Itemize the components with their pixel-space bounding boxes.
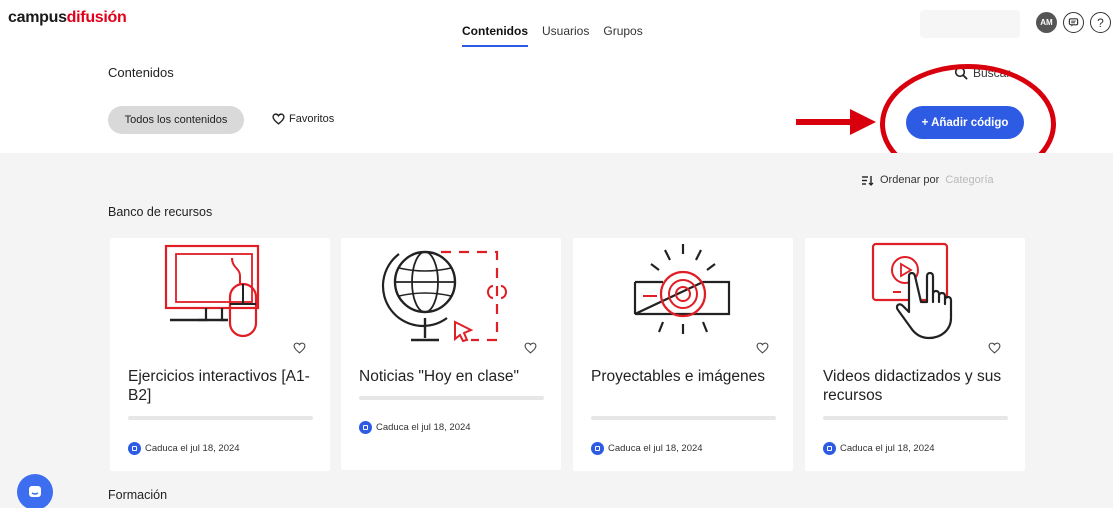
calendar-icon bbox=[359, 421, 372, 434]
resource-card[interactable]: Proyectables e imágenes Caduca el jul 18… bbox=[573, 238, 793, 471]
progress-bar bbox=[823, 416, 1008, 420]
heart-icon[interactable] bbox=[293, 342, 306, 354]
section-title-bank: Banco de recursos bbox=[108, 205, 213, 219]
tab-grupos[interactable]: Grupos bbox=[603, 24, 642, 47]
progress-bar bbox=[591, 416, 776, 420]
sort-icon bbox=[862, 175, 874, 186]
globe-icon bbox=[381, 250, 507, 343]
expiry-text: Caduca el jul 18, 2024 bbox=[840, 443, 935, 454]
heart-icon[interactable] bbox=[524, 342, 537, 354]
card-title: Ejercicios interactivos [A1-B2] bbox=[128, 368, 310, 404]
main-nav: Contenidos Usuarios Grupos bbox=[462, 24, 643, 47]
expiry-info: Caduca el jul 18, 2024 bbox=[591, 442, 703, 455]
heart-icon bbox=[272, 113, 285, 125]
calendar-icon bbox=[591, 442, 604, 455]
expiry-info: Caduca el jul 18, 2024 bbox=[823, 442, 935, 455]
resource-card[interactable]: Ejercicios interactivos [A1-B2] Caduca e… bbox=[110, 238, 330, 471]
expiry-info: Caduca el jul 18, 2024 bbox=[128, 442, 240, 455]
section-title-training: Formación bbox=[108, 488, 168, 502]
page-title: Contenidos bbox=[108, 65, 174, 80]
resource-card[interactable]: Videos didactizados y sus recursos Caduc… bbox=[805, 238, 1025, 471]
search-icon bbox=[954, 66, 968, 80]
page: campusdifusión Contenidos Usuarios Grupo… bbox=[0, 0, 1113, 508]
progress-bar bbox=[359, 396, 544, 400]
calendar-icon bbox=[128, 442, 141, 455]
logo-text-difusion: difusión bbox=[66, 9, 127, 26]
chat-bubble-icon bbox=[29, 486, 41, 497]
projector-icon bbox=[633, 244, 731, 334]
sort-label: Ordenar por bbox=[880, 174, 940, 186]
tab-usuarios[interactable]: Usuarios bbox=[542, 24, 589, 47]
logo-text-campus: campus bbox=[8, 9, 67, 26]
logo[interactable]: campusdifusión bbox=[8, 9, 127, 27]
sort-control[interactable]: Ordenar por Categoría bbox=[862, 174, 994, 186]
computer-mouse-icon bbox=[164, 244, 260, 338]
tab-contenidos[interactable]: Contenidos bbox=[462, 24, 528, 47]
filter-all-contents[interactable]: Todos los contenidos bbox=[108, 106, 244, 134]
card-title: Noticias "Hoy en clase" bbox=[359, 368, 520, 385]
expiry-text: Caduca el jul 18, 2024 bbox=[608, 443, 703, 454]
expiry-text: Caduca el jul 18, 2024 bbox=[145, 443, 240, 454]
avatar[interactable]: AM bbox=[1036, 12, 1057, 33]
progress-bar bbox=[128, 416, 313, 420]
card-title: Videos didactizados y sus recursos bbox=[823, 368, 1002, 404]
heart-icon[interactable] bbox=[756, 342, 769, 354]
top-icons: AM ? bbox=[1036, 12, 1111, 33]
search-label: Buscar bbox=[973, 66, 1011, 80]
card-title: Proyectables e imágenes bbox=[591, 368, 766, 385]
help-icon[interactable]: ? bbox=[1090, 12, 1111, 33]
favorites-label: Favoritos bbox=[289, 113, 335, 125]
search-button[interactable]: Buscar bbox=[954, 66, 1010, 80]
expiry-text: Caduca el jul 18, 2024 bbox=[376, 422, 471, 433]
chat-icon[interactable] bbox=[1063, 12, 1084, 33]
blurred-area bbox=[920, 10, 1020, 38]
calendar-icon bbox=[823, 442, 836, 455]
support-chat-button[interactable] bbox=[17, 474, 53, 508]
video-touch-icon bbox=[871, 242, 953, 340]
filter-favorites[interactable]: Favoritos bbox=[272, 113, 334, 125]
resource-card[interactable]: Noticias "Hoy en clase" Caduca el jul 18… bbox=[341, 238, 561, 470]
expiry-info: Caduca el jul 18, 2024 bbox=[359, 421, 471, 434]
add-code-button[interactable]: + Añadir código bbox=[906, 106, 1024, 139]
annotation-arrow bbox=[796, 109, 876, 135]
heart-icon[interactable] bbox=[988, 342, 1001, 354]
sort-value: Categoría bbox=[945, 174, 994, 186]
